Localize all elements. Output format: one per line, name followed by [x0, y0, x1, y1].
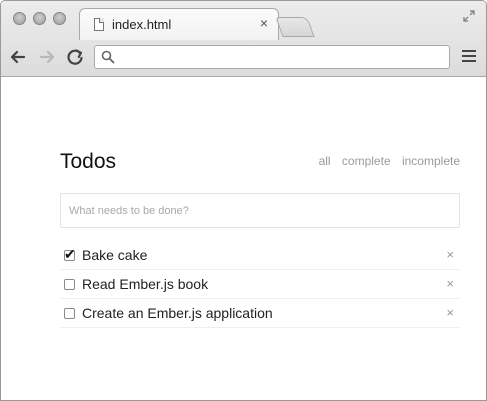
todo-item: Create an Ember.js application × — [60, 299, 460, 328]
forward-arrow-icon[interactable] — [36, 46, 58, 68]
tab-strip: index.html × — [1, 1, 486, 40]
tab-close-icon[interactable]: × — [260, 15, 268, 31]
new-todo-input[interactable] — [60, 193, 460, 228]
hamburger-menu-icon[interactable] — [462, 50, 476, 64]
filter-all-link[interactable]: all — [319, 154, 331, 168]
remove-todo-icon[interactable]: × — [446, 305, 454, 320]
filter-links: all complete incomplete — [311, 154, 460, 168]
todo-checkbox[interactable]: ✔ — [64, 246, 76, 262]
todo-app: Todos all complete incomplete ✔ Bake cak… — [60, 146, 460, 328]
browser-tab[interactable]: index.html × — [79, 8, 279, 40]
todo-checkbox[interactable] — [64, 279, 75, 290]
todo-header: Todos all complete incomplete — [60, 146, 460, 186]
zoom-window-button[interactable] — [53, 12, 66, 25]
minimize-window-button[interactable] — [33, 12, 46, 25]
tab-title: index.html — [112, 17, 172, 32]
todo-label: Read Ember.js book — [82, 276, 209, 292]
page-title: Todos — [60, 150, 117, 173]
filter-incomplete-link[interactable]: incomplete — [402, 154, 460, 168]
browser-window: index.html × Todos all complete incomple… — [0, 0, 487, 401]
address-bar[interactable] — [94, 45, 450, 69]
todo-checkbox[interactable] — [64, 308, 75, 319]
reload-icon[interactable] — [64, 46, 86, 68]
address-input[interactable] — [119, 48, 445, 66]
todo-item: ✔ Bake cake × — [60, 241, 460, 270]
remove-todo-icon[interactable]: × — [446, 276, 454, 291]
close-window-button[interactable] — [13, 12, 26, 25]
todo-item: Read Ember.js book × — [60, 270, 460, 299]
document-icon — [94, 18, 104, 31]
filter-complete-link[interactable]: complete — [342, 154, 391, 168]
todo-list: ✔ Bake cake × Read Ember.js book × Creat… — [60, 241, 460, 328]
todo-label: Bake cake — [82, 247, 148, 263]
resize-icon[interactable] — [462, 9, 476, 23]
remove-todo-icon[interactable]: × — [446, 247, 454, 262]
new-tab-button[interactable] — [275, 17, 315, 37]
search-icon — [101, 50, 115, 64]
todo-label: Create an Ember.js application — [82, 305, 273, 321]
back-arrow-icon[interactable] — [7, 46, 29, 68]
browser-chrome: index.html × — [1, 1, 486, 77]
browser-toolbar — [1, 39, 486, 77]
check-icon: ✔ — [64, 246, 76, 262]
page-content: Todos all complete incomplete ✔ Bake cak… — [1, 78, 486, 400]
